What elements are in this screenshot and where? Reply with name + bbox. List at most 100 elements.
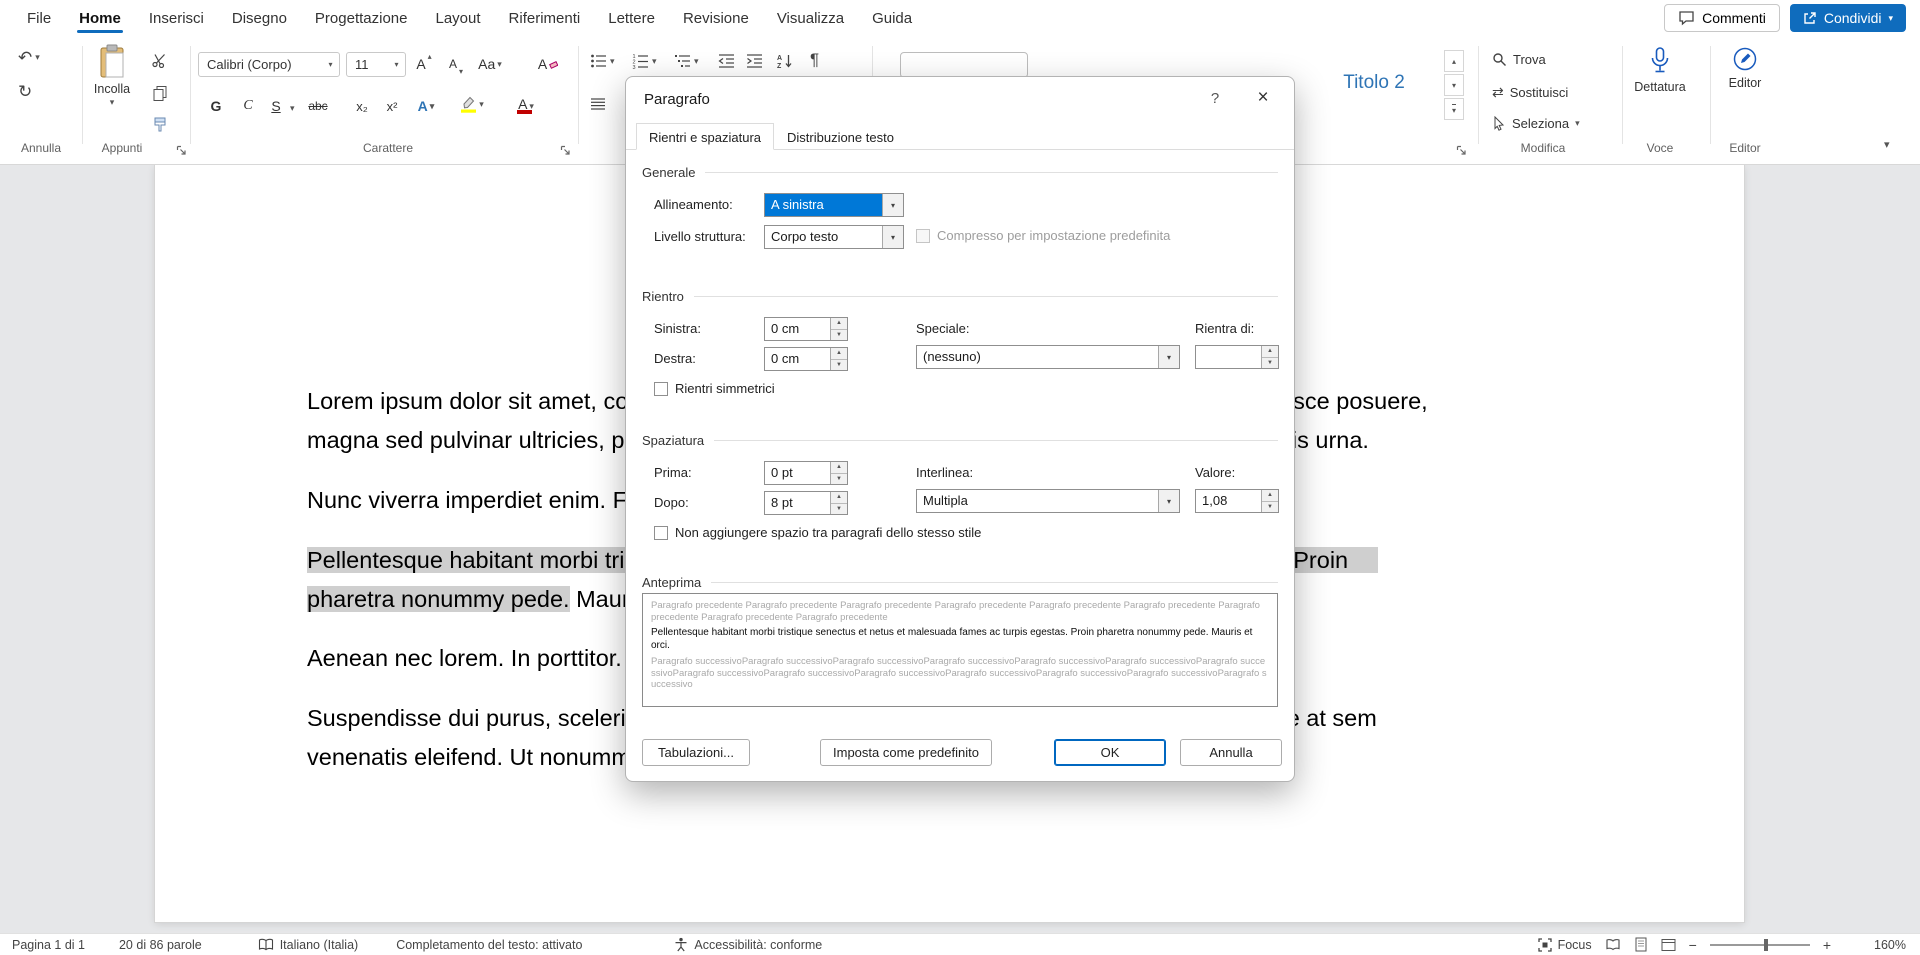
style-item-normal[interactable] bbox=[900, 52, 1028, 78]
set-as-default-button[interactable]: Imposta come predefinito bbox=[820, 739, 992, 766]
cut-button[interactable] bbox=[148, 50, 171, 71]
mirror-indents-checkbox[interactable]: Rientri simmetrici bbox=[654, 381, 775, 396]
undo-button[interactable]: ↶ ▾ bbox=[14, 46, 44, 69]
dictate-button[interactable]: Dettatura bbox=[1628, 46, 1692, 94]
spin-down-icon[interactable]: ▼ bbox=[831, 360, 847, 371]
tab-home[interactable]: Home bbox=[66, 2, 134, 35]
cancel-button[interactable]: Annulla bbox=[1180, 739, 1282, 766]
checkbox-box[interactable] bbox=[654, 382, 668, 396]
font-name-combobox[interactable]: Calibri (Corpo) ▾ bbox=[198, 52, 340, 77]
spin-down-icon[interactable]: ▼ bbox=[831, 330, 847, 341]
bullets-button[interactable]: ▾ bbox=[586, 50, 619, 72]
spacing-at-spinner[interactable]: 1,08 ▲▼ bbox=[1195, 489, 1279, 513]
indent-right-spinner[interactable]: 0 cm ▲▼ bbox=[764, 347, 848, 371]
tab-lettere[interactable]: Lettere bbox=[595, 2, 668, 35]
tab-guida[interactable]: Guida bbox=[859, 2, 925, 35]
focus-mode-button[interactable]: Focus bbox=[1538, 938, 1592, 952]
redo-button[interactable]: ↻ bbox=[14, 80, 36, 103]
justify-button[interactable] bbox=[586, 94, 610, 114]
replace-button[interactable]: ⇄ Sostituisci bbox=[1492, 84, 1568, 101]
spin-up-icon[interactable]: ▲ bbox=[831, 462, 847, 474]
spin-down-icon[interactable]: ▼ bbox=[1262, 358, 1278, 369]
text-effects-button[interactable]: A ▾ bbox=[414, 94, 438, 118]
chevron-down-icon[interactable]: ▾ bbox=[882, 194, 903, 216]
tab-inserisci[interactable]: Inserisci bbox=[136, 2, 217, 35]
tab-riferimenti[interactable]: Riferimenti bbox=[496, 2, 594, 35]
read-mode-view-icon[interactable] bbox=[1605, 938, 1621, 951]
decrease-indent-button[interactable] bbox=[714, 50, 739, 72]
styles-gallery-down-button[interactable]: ▾ bbox=[1444, 74, 1464, 96]
style-item-titolo2[interactable]: Titolo 2 bbox=[1318, 72, 1430, 94]
shrink-font-button[interactable]: A ▾ bbox=[444, 52, 468, 76]
accessibility-status[interactable]: Accessibilità: conforme bbox=[674, 937, 822, 952]
chevron-down-icon[interactable]: ▾ bbox=[290, 104, 295, 113]
comments-button[interactable]: Commenti bbox=[1664, 4, 1780, 32]
document-text-line[interactable]: venenatis eleifend. Ut nonummy. bbox=[307, 740, 648, 774]
zoom-slider[interactable] bbox=[1710, 944, 1810, 946]
font-size-combobox[interactable]: 11 ▾ bbox=[346, 52, 406, 77]
alignment-dropdown[interactable]: A sinistra ▾ bbox=[764, 193, 904, 217]
tab-file[interactable]: File bbox=[14, 2, 64, 35]
copy-button[interactable] bbox=[148, 82, 172, 104]
styles-gallery-up-button[interactable]: ▴ bbox=[1444, 50, 1464, 72]
chevron-down-icon[interactable]: ▾ bbox=[1158, 490, 1179, 512]
spacing-before-spinner[interactable]: 0 pt ▲▼ bbox=[764, 461, 848, 485]
checkbox-box[interactable] bbox=[654, 526, 668, 540]
spin-up-icon[interactable]: ▲ bbox=[1262, 490, 1278, 502]
format-painter-button[interactable] bbox=[148, 114, 172, 136]
spin-down-icon[interactable]: ▼ bbox=[831, 474, 847, 485]
indent-by-spinner[interactable]: ▲▼ bbox=[1195, 345, 1279, 369]
spin-up-icon[interactable]: ▲ bbox=[1262, 346, 1278, 358]
share-button[interactable]: Condividi ▾ bbox=[1790, 4, 1906, 32]
outline-level-dropdown[interactable]: Corpo testo ▾ bbox=[764, 225, 904, 249]
change-case-button[interactable]: Aa ▾ bbox=[478, 52, 502, 76]
word-count[interactable]: 20 di 86 parole bbox=[119, 938, 202, 952]
italic-button[interactable]: C bbox=[236, 94, 260, 118]
tab-layout[interactable]: Layout bbox=[423, 2, 494, 35]
grow-font-button[interactable]: A ▴ bbox=[412, 52, 436, 76]
tab-revisione[interactable]: Revisione bbox=[670, 2, 762, 35]
special-dropdown[interactable]: (nessuno) ▾ bbox=[916, 345, 1180, 369]
clipboard-dialog-launcher-icon[interactable] bbox=[176, 145, 187, 156]
spacing-after-spinner[interactable]: 8 pt ▲▼ bbox=[764, 491, 848, 515]
zoom-out-button[interactable]: − bbox=[1689, 938, 1697, 952]
clear-formatting-button[interactable]: A bbox=[536, 52, 560, 76]
chevron-down-icon[interactable]: ▾ bbox=[882, 226, 903, 248]
tab-distribuzione-testo[interactable]: Distribuzione testo bbox=[774, 123, 907, 150]
line-spacing-dropdown[interactable]: Multipla ▾ bbox=[916, 489, 1180, 513]
tab-disegno[interactable]: Disegno bbox=[219, 2, 300, 35]
subscript-button[interactable]: x₂ bbox=[350, 94, 374, 118]
strikethrough-button[interactable]: abc bbox=[306, 94, 330, 118]
close-icon[interactable]: × bbox=[1248, 83, 1278, 113]
no-space-same-style-checkbox[interactable]: Non aggiungere spazio tra paragrafi dell… bbox=[654, 525, 981, 540]
spin-down-icon[interactable]: ▼ bbox=[1262, 502, 1278, 513]
styles-gallery-more-button[interactable]: ▾ bbox=[1444, 98, 1464, 120]
help-icon[interactable]: ? bbox=[1204, 90, 1226, 107]
selected-text[interactable]: pharetra nonummy pede. bbox=[307, 586, 570, 612]
spin-up-icon[interactable]: ▲ bbox=[831, 348, 847, 360]
select-button[interactable]: Seleziona ▾ bbox=[1492, 116, 1580, 131]
editor-button[interactable]: Editor bbox=[1716, 46, 1774, 90]
superscript-button[interactable]: x² bbox=[380, 94, 404, 118]
increase-indent-button[interactable] bbox=[742, 50, 767, 72]
tab-progettazione[interactable]: Progettazione bbox=[302, 2, 421, 35]
text-completion-status[interactable]: Completamento del testo: attivato bbox=[396, 938, 582, 952]
spin-down-icon[interactable]: ▼ bbox=[831, 504, 847, 515]
chevron-down-icon[interactable]: ▾ bbox=[1158, 346, 1179, 368]
zoom-slider-thumb[interactable] bbox=[1764, 939, 1768, 951]
zoom-in-button[interactable]: + bbox=[1823, 938, 1831, 952]
paste-button[interactable]: Incolla ▾ bbox=[84, 44, 140, 107]
spin-up-icon[interactable]: ▲ bbox=[831, 318, 847, 330]
multilevel-list-button[interactable]: ▾ bbox=[670, 50, 703, 72]
find-button[interactable]: Trova bbox=[1492, 52, 1546, 67]
highlight-color-button[interactable]: ▾ bbox=[460, 92, 484, 116]
print-layout-view-icon[interactable] bbox=[1634, 937, 1648, 952]
language-indicator[interactable]: Italiano (Italia) bbox=[258, 938, 359, 952]
web-layout-view-icon[interactable] bbox=[1661, 938, 1676, 952]
font-color-button[interactable]: A ▾ bbox=[514, 94, 538, 118]
bold-button[interactable]: G bbox=[204, 94, 228, 118]
tab-rientri-e-spaziatura[interactable]: Rientri e spaziatura bbox=[636, 123, 774, 150]
zoom-percentage[interactable]: 160% bbox=[1874, 938, 1906, 952]
indent-left-spinner[interactable]: 0 cm ▲▼ bbox=[764, 317, 848, 341]
sort-button[interactable]: AZ bbox=[772, 50, 798, 72]
